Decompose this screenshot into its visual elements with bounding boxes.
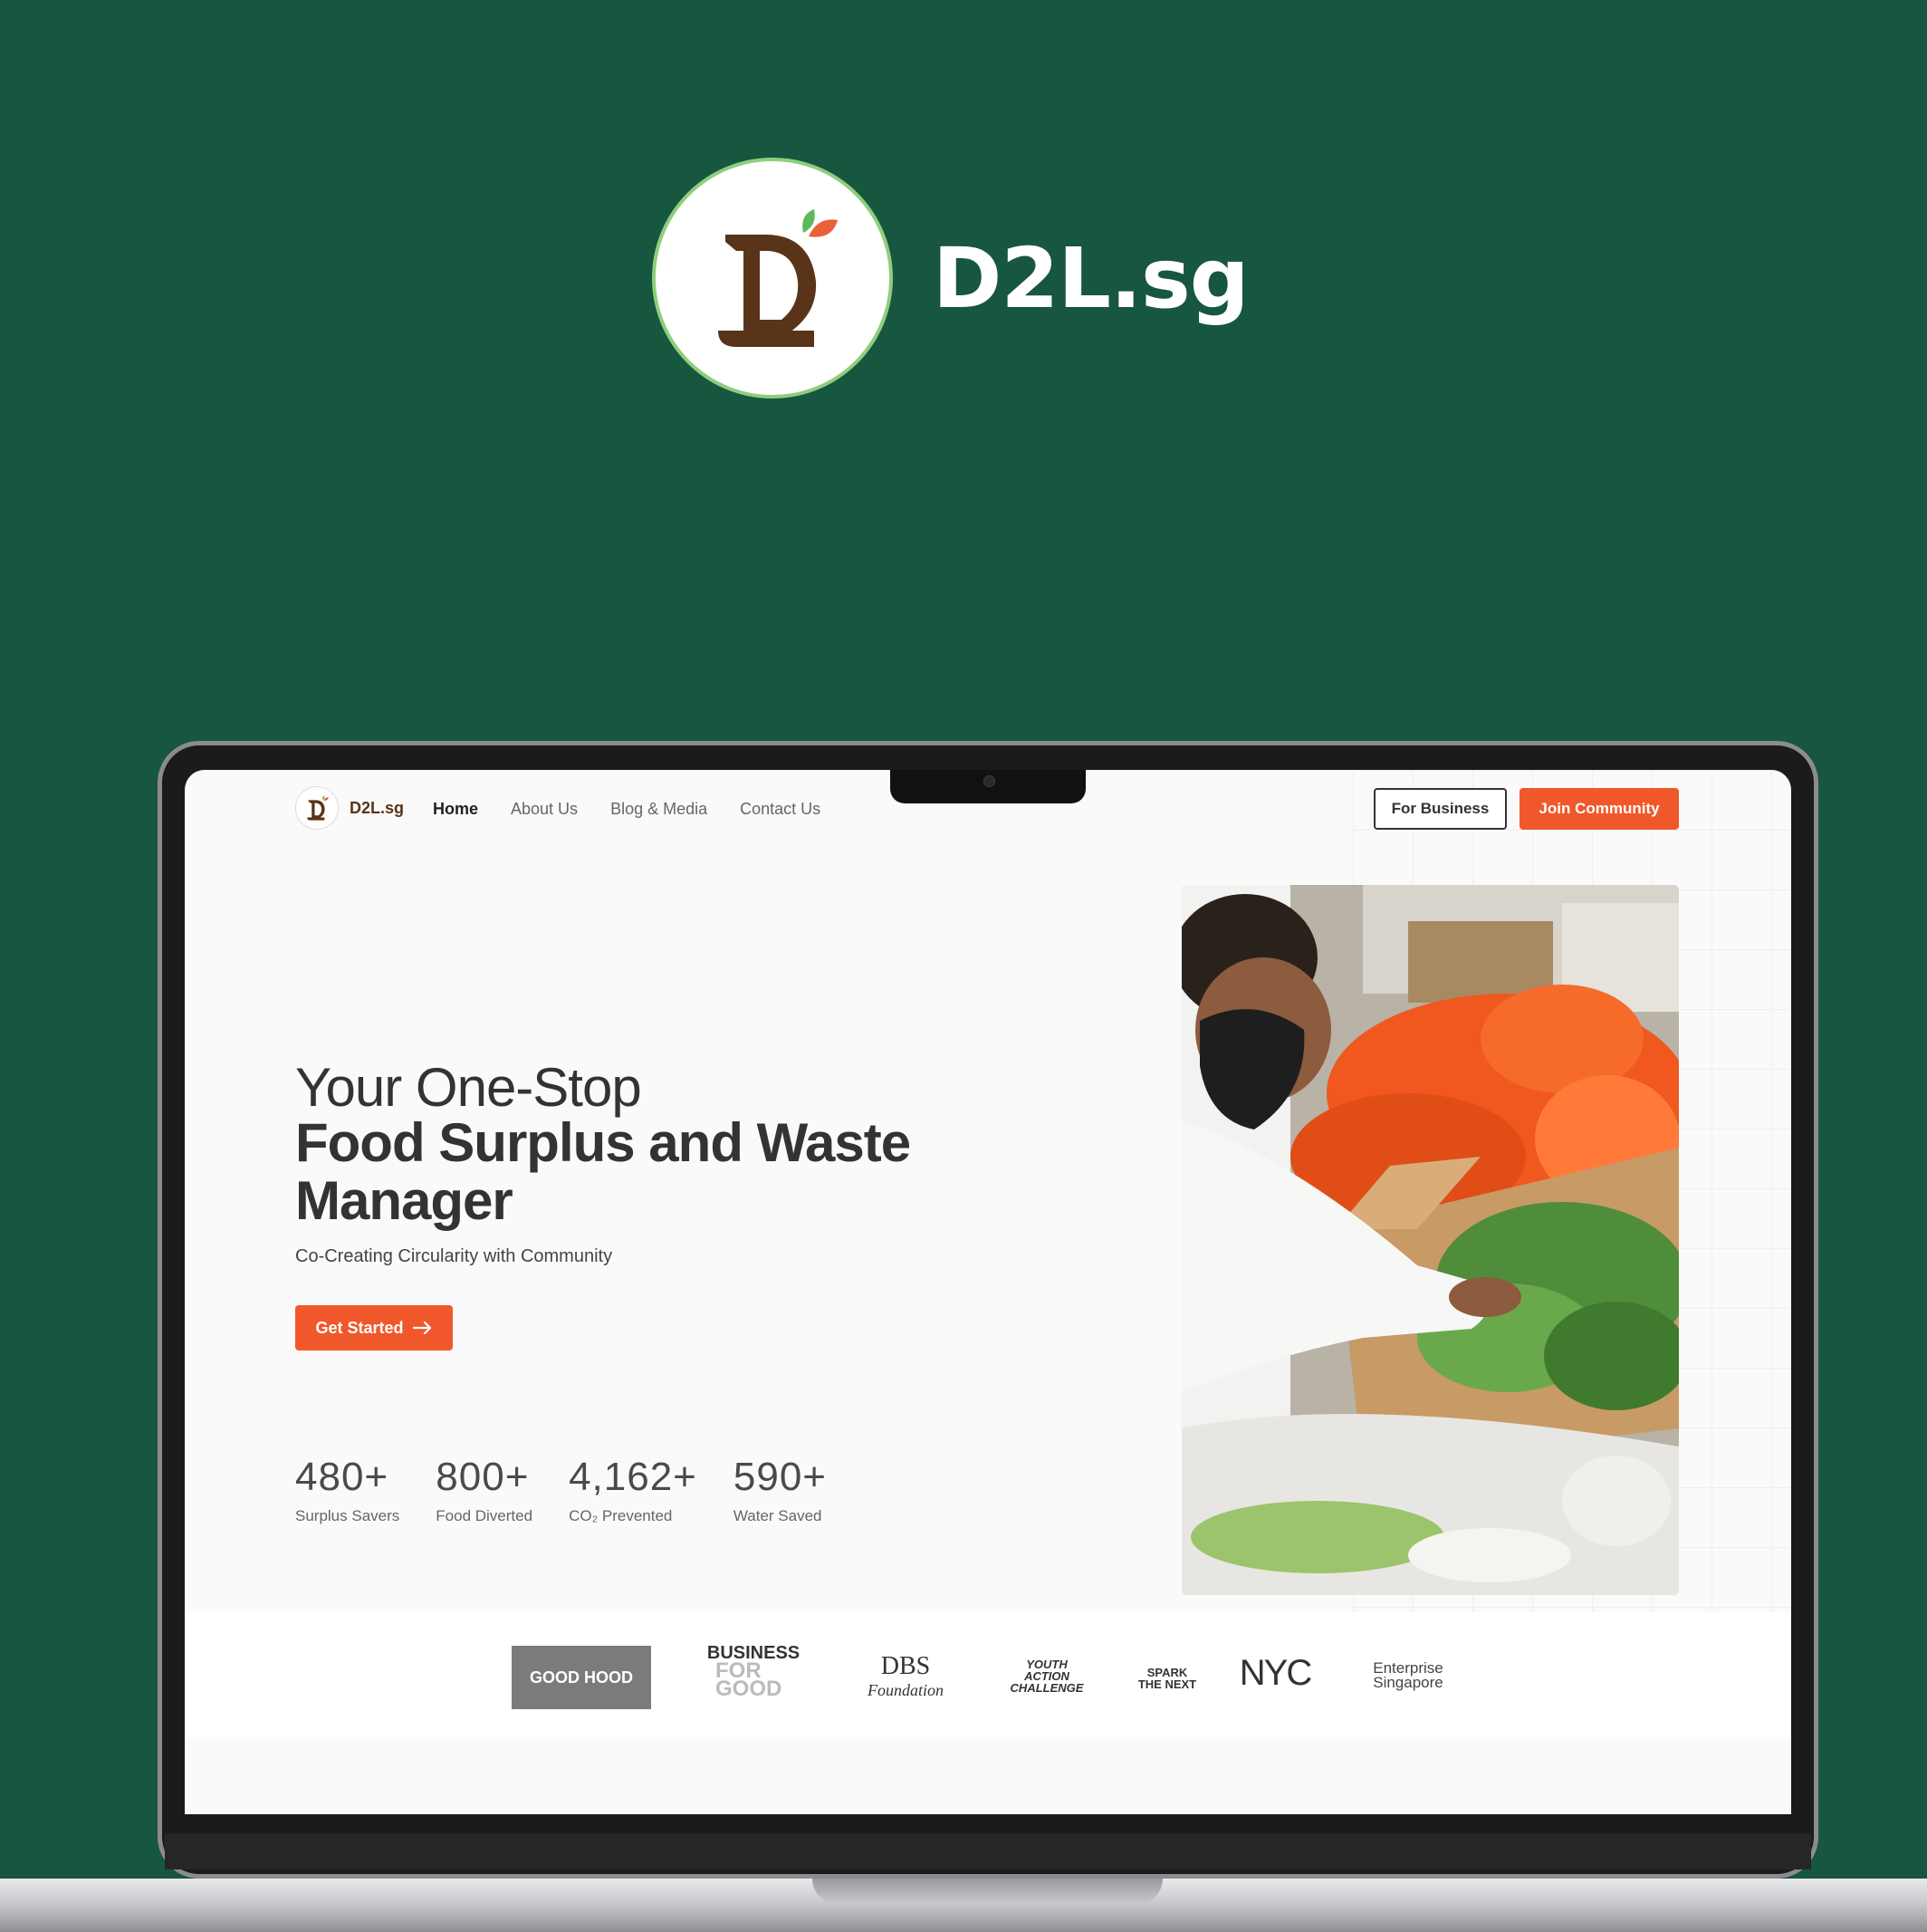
stat-co2-prevented: 4,162+ CO₂ Prevented — [569, 1455, 697, 1525]
stat-label: Surplus Savers — [295, 1507, 400, 1524]
join-community-button[interactable]: Join Community — [1520, 788, 1679, 830]
stat-value: 800+ — [436, 1455, 530, 1499]
get-started-button[interactable]: Get Started — [295, 1305, 453, 1350]
nav-logo[interactable]: D2L.sg — [295, 786, 404, 830]
partner-business-for-good-logo: BUSINESS FOR GOOD — [707, 1639, 800, 1703]
stat-label: Water Saved — [733, 1507, 822, 1524]
partner-goodhood-logo: GOOD HOOD — [512, 1646, 651, 1709]
get-started-label: Get Started — [315, 1318, 404, 1337]
stat-value: 480+ — [295, 1455, 389, 1499]
partner-enterprise-singapore-logo: Enterprise Singapore — [1358, 1659, 1458, 1692]
laptop-screen: D2L.sg Home About Us Blog & Media Contac… — [185, 770, 1791, 1814]
partners-strip: GOOD HOOD BUSINESS FOR GOOD DBS Foundati… — [185, 1612, 1791, 1739]
hero-photo — [1182, 885, 1679, 1595]
dbs-line1: DBS — [880, 1651, 931, 1680]
d2l-logo-icon — [718, 209, 838, 347]
hero-subtitle: Co-Creating Circularity with Community — [295, 1246, 613, 1266]
dbs-line2: Foundation — [868, 1680, 944, 1699]
hero-title-line1: Your One-Stop — [295, 1057, 642, 1118]
arrow-right-icon — [412, 1321, 431, 1335]
camera-icon — [983, 775, 995, 787]
partner-youth-action-challenge-logo: YOUTH ACTION CHALLENGE — [1010, 1657, 1084, 1695]
stat-value: 4,162+ — [569, 1455, 697, 1499]
partner-nyc-logo: NYC — [1239, 1652, 1312, 1693]
partner-dbs-foundation-logo: DBS Foundation — [860, 1648, 951, 1703]
partner-spark-the-next-logo: SPARK THE NEXT — [1137, 1666, 1197, 1691]
nav-contact-us[interactable]: Contact Us — [740, 800, 820, 819]
stat-value: 590+ — [733, 1455, 827, 1499]
hero-title-line2: Food Surplus and Waste Manager — [295, 1112, 911, 1231]
for-business-button[interactable]: For Business — [1374, 788, 1507, 830]
nav-home[interactable]: Home — [433, 800, 478, 819]
nav-logo-text: D2L.sg — [350, 798, 405, 817]
bfg-line2: FOR GOOD — [715, 1658, 782, 1701]
volunteers-packing-food-image — [1182, 885, 1679, 1595]
brand-header: D2L.sg — [652, 158, 1250, 399]
stat-label: CO₂ Prevented — [569, 1507, 673, 1524]
brand-logo — [652, 158, 893, 399]
es-line2: Singapore — [1373, 1674, 1443, 1691]
nav-about-us[interactable]: About Us — [511, 800, 578, 819]
stat-surplus-savers: 480+ Surplus Savers — [295, 1455, 399, 1525]
stats-row: 480+ Surplus Savers 800+ Food Diverted 4… — [295, 1455, 863, 1525]
stat-label: Food Diverted — [436, 1507, 533, 1524]
brand-name: D2L.sg — [933, 229, 1250, 327]
laptop-base-notch — [812, 1879, 1163, 1904]
stat-food-diverted: 800+ Food Diverted — [436, 1455, 532, 1525]
stat-water-saved: 590+ Water Saved — [733, 1455, 827, 1525]
nav-logo-icon — [295, 786, 339, 830]
nav-blog-media[interactable]: Blog & Media — [610, 800, 707, 819]
laptop-bezel — [165, 1833, 1811, 1870]
nav-links: Home About Us Blog & Media Contact Us — [433, 800, 820, 819]
